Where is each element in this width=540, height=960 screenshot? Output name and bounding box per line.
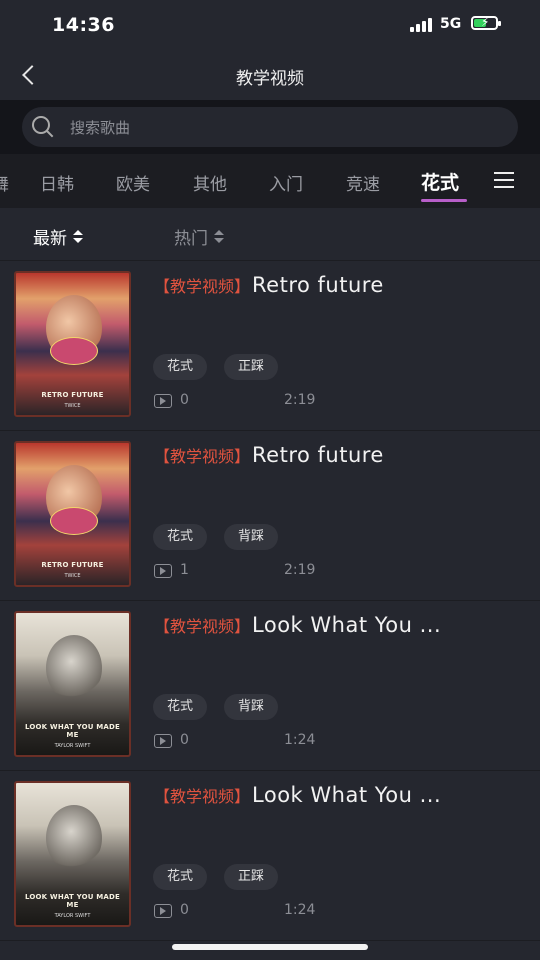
- video-item[interactable]: LOOK WHAT YOU MADE ME TAYLOR SWIFT 【教学视频…: [0, 601, 540, 771]
- cover-title: RETRO FUTURE: [41, 561, 104, 569]
- tag: 花式: [153, 524, 208, 550]
- tag: 正踩: [224, 864, 279, 890]
- video-category: 【教学视频】: [154, 617, 251, 636]
- tag: 背踩: [224, 694, 279, 720]
- duration: 2:19: [284, 562, 316, 578]
- play-count-icon: [154, 734, 172, 748]
- video-category: 【教学视频】: [154, 447, 251, 466]
- tab-other[interactable]: 其他: [193, 170, 227, 195]
- play-count: 0: [180, 732, 189, 748]
- search-placeholder: 搜索歌曲: [70, 119, 131, 137]
- cover-subtitle: TWICE: [64, 573, 81, 579]
- nav-bar: 教学视频: [0, 50, 540, 100]
- tab-japan-korea[interactable]: 日韩: [40, 170, 74, 195]
- duration: 1:24: [284, 732, 316, 748]
- duration: 2:19: [284, 392, 316, 408]
- video-title[interactable]: 【教学视频】Look What You ...: [154, 613, 524, 637]
- video-item[interactable]: RETRO FUTURE TWICE 【教学视频】Retro future 花式…: [0, 431, 540, 601]
- video-title[interactable]: 【教学视频】Retro future: [154, 443, 524, 467]
- cover-title: LOOK WHAT YOU MADE ME: [24, 893, 121, 909]
- network-label: 5G: [440, 16, 462, 32]
- cover-subtitle: TWICE: [64, 403, 81, 409]
- sort-latest-button[interactable]: 最新: [33, 224, 83, 249]
- video-list: RETRO FUTURE TWICE 【教学视频】Retro future 花式…: [0, 261, 540, 941]
- tag: 花式: [153, 694, 208, 720]
- cover-title: RETRO FUTURE: [41, 391, 104, 399]
- cover-subtitle: TAYLOR SWIFT: [54, 743, 91, 749]
- tag: 背踩: [224, 524, 279, 550]
- status-bar: 14:36 5G ⚡: [0, 0, 540, 50]
- tag: 花式: [153, 864, 208, 890]
- home-indicator: [172, 944, 368, 950]
- search-input[interactable]: 搜索歌曲: [22, 107, 518, 147]
- video-thumbnail[interactable]: LOOK WHAT YOU MADE ME TAYLOR SWIFT: [14, 611, 131, 757]
- video-title[interactable]: 【教学视频】Look What You ...: [154, 783, 524, 807]
- search-icon: [32, 116, 54, 138]
- tab-beginner[interactable]: 入门: [269, 170, 303, 195]
- video-category: 【教学视频】: [154, 787, 251, 806]
- page-title: 教学视频: [236, 69, 304, 89]
- video-name: Look What You ...: [252, 783, 442, 807]
- video-title[interactable]: 【教学视频】Retro future: [154, 273, 524, 297]
- play-count: 0: [180, 902, 189, 918]
- play-count-icon: [154, 394, 172, 408]
- play-count-icon: [154, 904, 172, 918]
- battery-icon: ⚡: [471, 15, 501, 30]
- play-count: 0: [180, 392, 189, 408]
- menu-icon[interactable]: [494, 172, 514, 188]
- video-item[interactable]: LOOK WHAT YOU MADE ME TAYLOR SWIFT 【教学视频…: [0, 771, 540, 941]
- play-count-icon: [154, 564, 172, 578]
- tag: 花式: [153, 354, 208, 380]
- tab-partial[interactable]: 舞: [0, 170, 9, 195]
- video-name: Retro future: [252, 443, 384, 467]
- sort-hot-button[interactable]: 热门: [174, 224, 224, 249]
- tab-western[interactable]: 欧美: [116, 170, 150, 195]
- cover-subtitle: TAYLOR SWIFT: [54, 913, 91, 919]
- sort-bar: 最新 热门: [0, 208, 540, 261]
- video-category: 【教学视频】: [154, 277, 251, 296]
- tab-speed[interactable]: 竞速: [346, 170, 380, 195]
- play-count: 1: [180, 562, 189, 578]
- sort-arrows-icon: [73, 229, 83, 244]
- search-bar: 搜索歌曲: [0, 100, 540, 154]
- cover-title: LOOK WHAT YOU MADE ME: [24, 723, 121, 739]
- category-tabs: 舞 日韩 欧美 其他 入门 竞速 花式: [0, 154, 540, 208]
- sort-hot-label: 热门: [174, 229, 208, 249]
- status-time: 14:36: [52, 14, 115, 36]
- signal-icon: [410, 18, 434, 32]
- video-item[interactable]: RETRO FUTURE TWICE 【教学视频】Retro future 花式…: [0, 261, 540, 431]
- video-name: Look What You ...: [252, 613, 442, 637]
- duration: 1:24: [284, 902, 316, 918]
- video-name: Retro future: [252, 273, 384, 297]
- sort-arrows-icon: [214, 229, 224, 244]
- video-thumbnail[interactable]: RETRO FUTURE TWICE: [14, 271, 131, 417]
- video-thumbnail[interactable]: RETRO FUTURE TWICE: [14, 441, 131, 587]
- active-tab-indicator: [421, 199, 467, 202]
- sort-latest-label: 最新: [33, 229, 67, 249]
- tag: 正踩: [224, 354, 279, 380]
- video-thumbnail[interactable]: LOOK WHAT YOU MADE ME TAYLOR SWIFT: [14, 781, 131, 927]
- tab-fancy[interactable]: 花式: [421, 168, 459, 195]
